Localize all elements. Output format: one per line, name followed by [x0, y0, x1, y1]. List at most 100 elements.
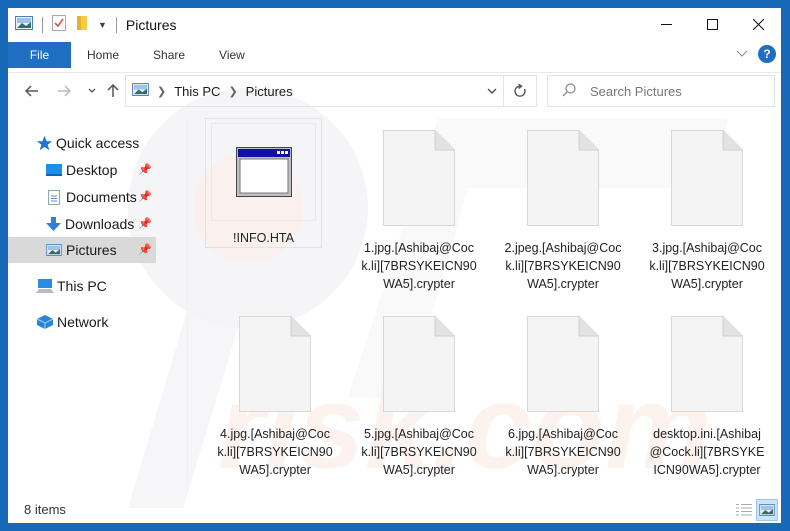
sidebar-item-pictures[interactable]: Pictures 📌: [8, 237, 156, 263]
sidebar-item-quick-access[interactable]: Quick access: [8, 130, 156, 156]
close-button[interactable]: [735, 8, 781, 40]
file-name: 5.jpg.[Ashibaj@Cock.li][7BRSYKEICN90WA5]…: [361, 427, 477, 477]
sidebar-item-network[interactable]: Network: [8, 309, 156, 335]
tab-home[interactable]: Home: [71, 42, 136, 68]
star-icon: [36, 135, 53, 151]
sidebar-item-label: Desktop: [66, 162, 118, 178]
tab-view[interactable]: View: [202, 42, 262, 68]
generic-file-icon: [527, 316, 599, 412]
pin-icon[interactable]: 📌: [138, 190, 152, 203]
file-item[interactable]: 5.jpg.[Ashibaj@Cock.li][7BRSYKEICN90WA5]…: [360, 316, 478, 479]
breadcrumb-separator-icon[interactable]: ❯: [157, 85, 166, 98]
file-name: 2.jpeg.[Ashibaj@Cock.li][7BRSYKEICN90WA5…: [504, 241, 622, 291]
navigation-pane: Quick access Desktop 📌 Documents 📌 Downl…: [8, 118, 188, 498]
title-bar: ▼ Pictures: [8, 8, 781, 42]
refresh-icon: [513, 84, 526, 97]
back-button[interactable]: [22, 81, 42, 101]
pictures-icon: [132, 83, 149, 99]
file-thumbnail: [211, 123, 316, 221]
refresh-button[interactable]: [504, 75, 537, 107]
forward-button[interactable]: [54, 81, 74, 101]
address-dropdown-button[interactable]: [487, 84, 497, 98]
desktop-icon: [46, 164, 62, 176]
pictures-icon: [15, 15, 33, 35]
file-name: 6.jpg.[Ashibaj@Cock.li][7BRSYKEICN90WA5]…: [505, 427, 621, 477]
file-item[interactable]: !INFO.HTA: [205, 118, 322, 248]
quick-access-toolbar: ▼ Pictures: [8, 8, 177, 42]
generic-file-icon: [383, 130, 455, 226]
pictures-icon: [46, 244, 62, 256]
file-list: !INFO.HTA 1.jpg.[Ashibaj@Cock.li][7BRSYK…: [195, 116, 775, 496]
sidebar-item-label: Documents: [66, 189, 137, 205]
minimize-button[interactable]: [643, 8, 689, 40]
sidebar-item-documents[interactable]: Documents 📌: [8, 184, 156, 210]
new-folder-icon[interactable]: [76, 15, 88, 36]
hta-application-icon: [235, 147, 292, 197]
sidebar-item-label: Pictures: [66, 242, 117, 258]
pin-icon[interactable]: 📌: [138, 243, 152, 256]
recent-locations-button[interactable]: [82, 81, 102, 101]
breadcrumb-separator-icon[interactable]: ❯: [228, 85, 237, 98]
up-button[interactable]: [103, 81, 123, 101]
tab-share[interactable]: Share: [136, 42, 202, 68]
file-item[interactable]: 6.jpg.[Ashibaj@Cock.li][7BRSYKEICN90WA5]…: [504, 316, 622, 479]
details-view-button[interactable]: [733, 499, 755, 521]
file-item[interactable]: 1.jpg.[Ashibaj@Cock.li][7BRSYKEICN90WA5]…: [360, 130, 478, 293]
minimize-icon: [660, 23, 672, 25]
pane-divider[interactable]: [187, 118, 188, 493]
sidebar-item-downloads[interactable]: Downloads 📌: [8, 211, 156, 237]
item-count: 8 items: [24, 502, 66, 517]
window-title: Pictures: [125, 17, 177, 33]
expand-ribbon-icon[interactable]: [736, 45, 748, 63]
computer-icon: [36, 278, 54, 293]
breadcrumb-this-pc[interactable]: This PC: [174, 84, 220, 99]
sidebar-item-label: Downloads: [65, 216, 135, 232]
file-name: desktop.ini.[Ashibaj@Cock.li][7BRSYKEICN…: [649, 427, 765, 477]
file-item[interactable]: desktop.ini.[Ashibaj@Cock.li][7BRSYKEICN…: [648, 316, 766, 479]
maximize-icon: [706, 18, 718, 30]
file-name: !INFO.HTA: [233, 231, 294, 245]
pin-icon[interactable]: 📌: [138, 217, 152, 230]
address-bar[interactable]: ❯ This PC ❯ Pictures: [125, 75, 504, 107]
tab-file[interactable]: File: [8, 42, 71, 68]
generic-file-icon: [671, 316, 743, 412]
sidebar-item-label: This PC: [57, 278, 107, 294]
sidebar-item-label: Network: [57, 314, 109, 330]
sidebar-item-this-pc[interactable]: This PC: [8, 273, 156, 299]
breadcrumb-pictures[interactable]: Pictures: [246, 84, 293, 99]
downloads-icon: [46, 216, 61, 231]
chevron-down-icon: [88, 88, 96, 93]
file-item[interactable]: 2.jpeg.[Ashibaj@Cock.li][7BRSYKEICN90WA5…: [504, 130, 622, 293]
search-icon: [562, 82, 576, 100]
sidebar-item-label: Quick access: [56, 135, 140, 151]
customize-dropdown-icon[interactable]: ▼: [98, 20, 107, 30]
file-explorer-window: risk.com ▼ Pictures File Home Share View…: [8, 8, 781, 523]
file-item[interactable]: 4.jpg.[Ashibaj@Cock.li][7BRSYKEICN90WA5]…: [216, 316, 334, 479]
large-icons-view-icon: [759, 504, 775, 516]
forward-arrow-icon: [58, 85, 71, 97]
separator: [42, 17, 43, 33]
ribbon-tabs: File Home Share View ?: [8, 42, 781, 68]
sidebar-item-desktop[interactable]: Desktop 📌: [8, 157, 156, 183]
properties-icon[interactable]: [52, 14, 66, 36]
separator: [115, 17, 117, 33]
documents-icon: [48, 189, 60, 205]
details-view-icon: [736, 504, 752, 516]
generic-file-icon: [383, 316, 455, 412]
search-box[interactable]: Search Pictures: [547, 75, 775, 107]
file-name: 3.jpg.[Ashibaj@Cock.li][7BRSYKEICN90WA5]…: [649, 241, 765, 291]
close-icon: [752, 18, 764, 30]
network-icon: [36, 314, 54, 329]
large-icons-view-button[interactable]: [756, 499, 778, 521]
file-name: 1.jpg.[Ashibaj@Cock.li][7BRSYKEICN90WA5]…: [361, 241, 477, 291]
window-controls: [643, 8, 781, 40]
generic-file-icon: [239, 316, 311, 412]
help-button[interactable]: ?: [758, 45, 776, 63]
generic-file-icon: [527, 130, 599, 226]
navigation-bar: ❯ This PC ❯ Pictures Search Pictures: [8, 72, 781, 108]
search-input[interactable]: Search Pictures: [590, 84, 682, 99]
file-item[interactable]: 3.jpg.[Ashibaj@Cock.li][7BRSYKEICN90WA5]…: [648, 130, 766, 293]
status-bar: 8 items: [8, 498, 781, 523]
maximize-button[interactable]: [689, 8, 735, 40]
pin-icon[interactable]: 📌: [138, 163, 152, 176]
